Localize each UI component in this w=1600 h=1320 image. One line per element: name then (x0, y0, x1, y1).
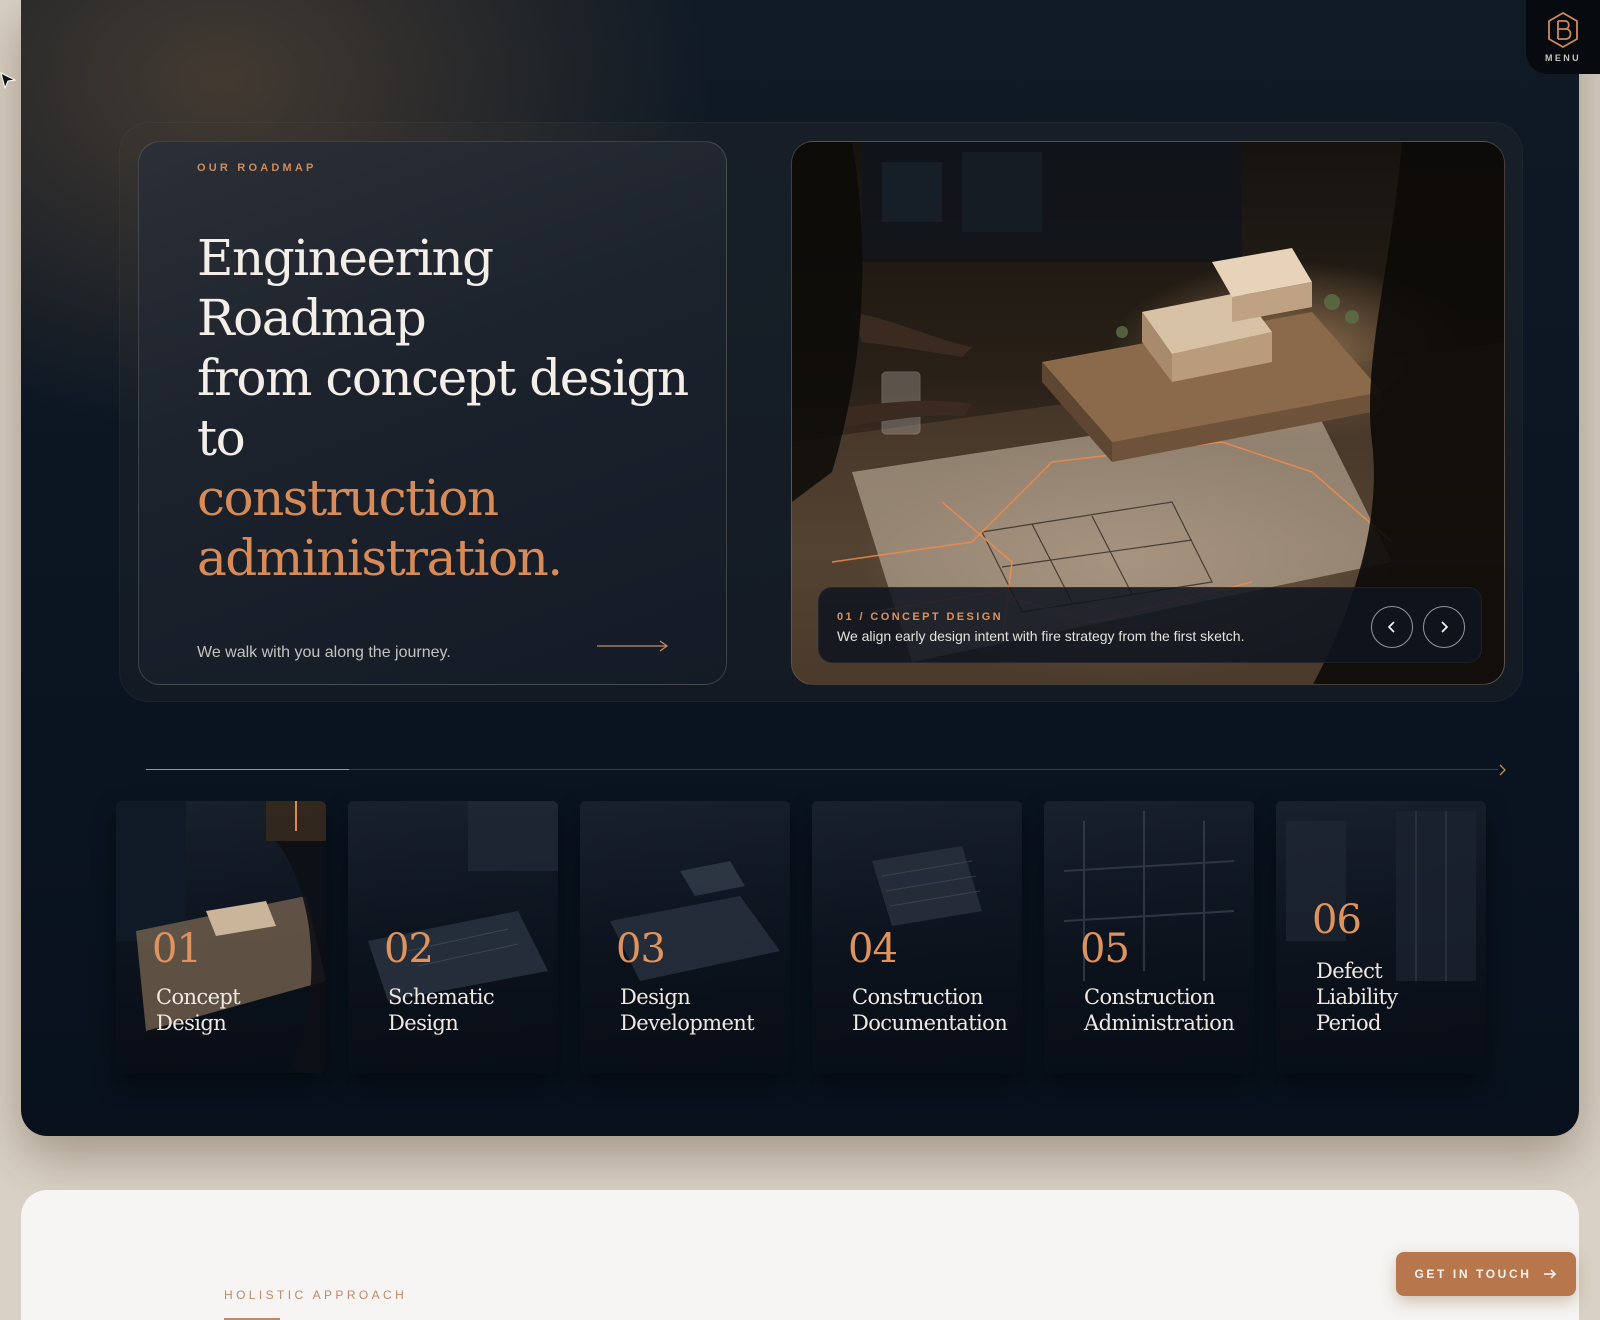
prev-slide-button[interactable] (1371, 606, 1413, 648)
stage-card-design-development[interactable]: 03 Design Development (580, 801, 790, 1073)
chevron-right-icon (1441, 621, 1449, 633)
stage-title-line: Construction (852, 985, 984, 1009)
roadmap-eyebrow: OUR ROADMAP (197, 162, 317, 174)
arrow-right-icon (1544, 1269, 1557, 1279)
stage-card-schematic-design[interactable]: 02 Schematic Design (348, 801, 558, 1073)
stage-number: 03 (616, 926, 666, 972)
stage-number: 06 (1312, 897, 1362, 943)
stage-title: Construction Documentation (852, 984, 1008, 1036)
stage-number: 04 (848, 926, 898, 972)
slider-image-card: 01 / CONCEPT DESIGN We align early desig… (791, 141, 1505, 685)
headline-line: Roadmap (197, 289, 427, 347)
next-slide-button[interactable] (1423, 606, 1465, 648)
menu-button[interactable]: MENU (1526, 0, 1600, 74)
hexagon-b-logo-icon (1548, 11, 1578, 49)
stage-title: Design Development (620, 984, 755, 1036)
stage-number: 05 (1080, 926, 1130, 972)
headline-accent-line: administration. (197, 529, 563, 587)
roadmap-subtitle: We walk with you along the journey. (197, 644, 451, 661)
stage-card-construction-administration[interactable]: 05 Construction Administration (1044, 801, 1254, 1073)
stage-title-line: Design (620, 985, 691, 1009)
stage-title: Construction Administration (1084, 984, 1235, 1036)
arrow-right-icon[interactable] (597, 639, 669, 653)
headline-accent-line: construction (197, 469, 499, 527)
headline-line: to (197, 409, 246, 467)
stage-card-construction-documentation[interactable]: 04 Construction Documentation (812, 801, 1022, 1073)
slide-caption: 01 / CONCEPT DESIGN We align early desig… (818, 587, 1482, 663)
roadmap-intro-card: OUR ROADMAP Engineering Roadmap from con… (138, 141, 727, 685)
get-in-touch-label: GET IN TOUCH (1414, 1267, 1532, 1281)
stages-progress-fill (146, 769, 349, 770)
stage-title: Concept Design (156, 984, 241, 1036)
stage-title: Schematic Design (388, 984, 495, 1036)
stage-card-defect-liability-period[interactable]: 06 Defect Liability Period (1276, 801, 1486, 1073)
headline-line: Engineering (197, 229, 494, 287)
stage-number: 01 (152, 926, 202, 972)
slide-caption-text: We align early design intent with fire s… (837, 628, 1245, 644)
chevron-left-icon (1387, 621, 1395, 633)
mouse-cursor-icon (0, 72, 16, 90)
stage-title-line: Period (1316, 1011, 1381, 1035)
stage-card-concept-design[interactable]: 01 Concept Design (116, 801, 326, 1073)
chevron-right-icon[interactable] (1498, 763, 1508, 777)
stage-title-line: Concept (156, 985, 241, 1009)
stage-title-line: Design (388, 1011, 459, 1035)
stage-title-line: Schematic (388, 985, 495, 1009)
headline-line: from concept design (197, 349, 689, 407)
holistic-section: HOLISTIC APPROACH GET IN TOUCH (21, 1190, 1579, 1320)
slide-caption-eyebrow: 01 / CONCEPT DESIGN (837, 611, 1004, 623)
holistic-eyebrow: HOLISTIC APPROACH (224, 1288, 408, 1302)
stage-title-line: Liability (1316, 985, 1398, 1009)
stage-number: 02 (384, 926, 434, 972)
stage-title-line: Design (156, 1011, 227, 1035)
stages-progress-track (146, 769, 1498, 770)
roadmap-section: OUR ROADMAP Engineering Roadmap from con… (21, 0, 1579, 1136)
stage-title-line: Defect (1316, 959, 1383, 983)
stage-title-line: Documentation (852, 1011, 1008, 1035)
roadmap-headline: Engineering Roadmap from concept design … (197, 228, 717, 588)
stage-title: Defect Liability Period (1316, 958, 1398, 1036)
menu-label: MENU (1544, 53, 1582, 63)
get-in-touch-button[interactable]: GET IN TOUCH (1396, 1252, 1576, 1296)
stage-title-line: Administration (1084, 1011, 1235, 1035)
stage-title-line: Development (620, 1011, 755, 1035)
stage-title-line: Construction (1084, 985, 1216, 1009)
